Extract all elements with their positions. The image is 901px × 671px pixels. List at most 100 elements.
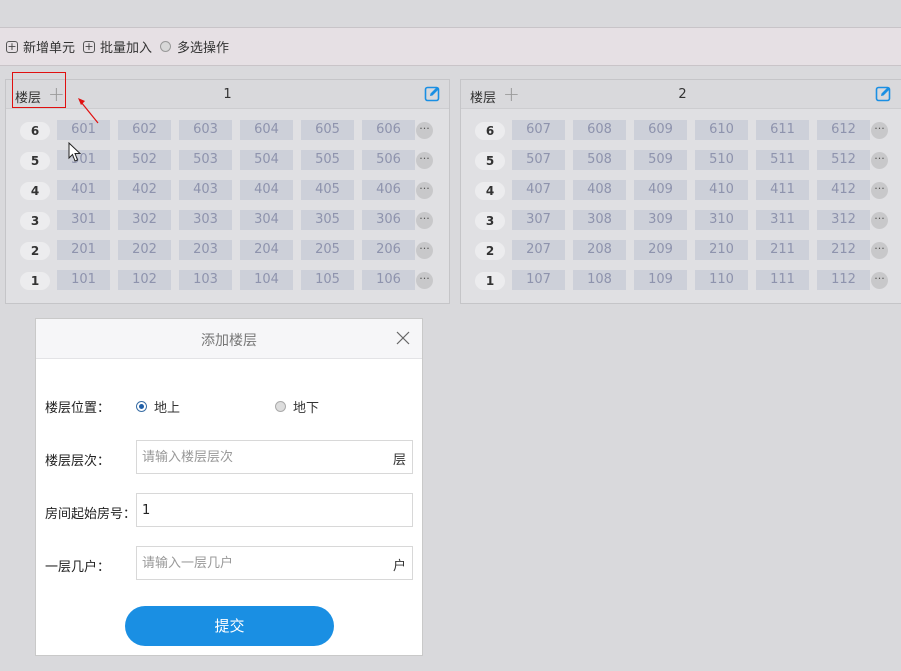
room-cell[interactable]: 405: [301, 180, 354, 200]
room-cell[interactable]: 505: [301, 150, 354, 170]
room-cell[interactable]: 605: [301, 120, 354, 140]
more-options-icon[interactable]: ···: [871, 242, 888, 259]
room-cell[interactable]: 611: [756, 120, 809, 140]
more-options-icon[interactable]: ···: [871, 272, 888, 289]
room-cell[interactable]: 407: [512, 180, 565, 200]
room-cell[interactable]: 503: [179, 150, 232, 170]
room-cell[interactable]: 309: [634, 210, 687, 230]
more-options-icon[interactable]: ···: [416, 242, 433, 259]
radio-above-ground[interactable]: 地上: [136, 397, 180, 416]
batch-add-button[interactable]: + 批量加入: [83, 37, 152, 56]
room-cell[interactable]: 302: [118, 210, 171, 230]
room-cell[interactable]: 502: [118, 150, 171, 170]
room-cell[interactable]: 311: [756, 210, 809, 230]
room-cell[interactable]: 108: [573, 270, 626, 290]
radio-above-label: 地上: [154, 401, 181, 416]
submit-button[interactable]: 提交: [125, 606, 334, 646]
room-cell[interactable]: 208: [573, 240, 626, 260]
unit-title: 1: [223, 87, 232, 102]
floor-row: 2 201 202 203 204 205 206 ···: [6, 240, 449, 262]
more-options-icon[interactable]: ···: [871, 122, 888, 139]
room-cell[interactable]: 504: [240, 150, 293, 170]
room-cell[interactable]: 604: [240, 120, 293, 140]
room-cell[interactable]: 304: [240, 210, 293, 230]
room-cell[interactable]: 301: [57, 210, 110, 230]
more-options-icon[interactable]: ···: [871, 212, 888, 229]
start-room-field: [136, 493, 413, 527]
more-options-icon[interactable]: ···: [416, 182, 433, 199]
room-cell[interactable]: 112: [817, 270, 870, 290]
room-cell[interactable]: 508: [573, 150, 626, 170]
room-cell[interactable]: 109: [634, 270, 687, 290]
room-cell[interactable]: 408: [573, 180, 626, 200]
room-cell[interactable]: 307: [512, 210, 565, 230]
close-icon[interactable]: [396, 331, 410, 345]
more-options-icon[interactable]: ···: [416, 212, 433, 229]
room-cell[interactable]: 602: [118, 120, 171, 140]
room-cell[interactable]: 201: [57, 240, 110, 260]
room-cell[interactable]: 501: [57, 150, 110, 170]
room-cell[interactable]: 406: [362, 180, 415, 200]
room-cell[interactable]: 306: [362, 210, 415, 230]
room-cell[interactable]: 308: [573, 210, 626, 230]
room-cell[interactable]: 412: [817, 180, 870, 200]
room-cell[interactable]: 206: [362, 240, 415, 260]
room-cell[interactable]: 509: [634, 150, 687, 170]
room-cell[interactable]: 104: [240, 270, 293, 290]
room-cell[interactable]: 512: [817, 150, 870, 170]
more-options-icon[interactable]: ···: [416, 122, 433, 139]
room-cell[interactable]: 209: [634, 240, 687, 260]
room-cell[interactable]: 204: [240, 240, 293, 260]
room-cell[interactable]: 409: [634, 180, 687, 200]
room-cell[interactable]: 606: [362, 120, 415, 140]
floor-count-input[interactable]: [140, 441, 384, 473]
room-cell[interactable]: 608: [573, 120, 626, 140]
room-cell[interactable]: 103: [179, 270, 232, 290]
edit-icon[interactable]: [424, 85, 441, 102]
room-cell[interactable]: 610: [695, 120, 748, 140]
add-unit-button[interactable]: + 新增单元: [6, 37, 75, 56]
room-cell[interactable]: 111: [756, 270, 809, 290]
room-cell[interactable]: 107: [512, 270, 565, 290]
room-cell[interactable]: 102: [118, 270, 171, 290]
room-cell[interactable]: 310: [695, 210, 748, 230]
room-cell[interactable]: 603: [179, 120, 232, 140]
room-cell[interactable]: 607: [512, 120, 565, 140]
start-room-input[interactable]: [140, 494, 384, 526]
room-cell[interactable]: 404: [240, 180, 293, 200]
units-per-floor-input[interactable]: [140, 547, 384, 579]
room-cell[interactable]: 403: [179, 180, 232, 200]
room-cell[interactable]: 105: [301, 270, 354, 290]
room-cell[interactable]: 207: [512, 240, 565, 260]
room-cell[interactable]: 507: [512, 150, 565, 170]
room-cell[interactable]: 303: [179, 210, 232, 230]
edit-icon[interactable]: [875, 85, 892, 102]
room-cell[interactable]: 312: [817, 210, 870, 230]
room-cell[interactable]: 101: [57, 270, 110, 290]
room-cell[interactable]: 609: [634, 120, 687, 140]
room-cell[interactable]: 402: [118, 180, 171, 200]
floor-number-badge: 2: [20, 242, 50, 260]
room-cell[interactable]: 411: [756, 180, 809, 200]
room-cell[interactable]: 510: [695, 150, 748, 170]
room-cell[interactable]: 612: [817, 120, 870, 140]
radio-below-ground[interactable]: 地下: [275, 397, 319, 416]
more-options-icon[interactable]: ···: [416, 272, 433, 289]
room-cell[interactable]: 202: [118, 240, 171, 260]
room-cell[interactable]: 305: [301, 210, 354, 230]
room-cell[interactable]: 212: [817, 240, 870, 260]
room-cell[interactable]: 410: [695, 180, 748, 200]
room-cell[interactable]: 210: [695, 240, 748, 260]
more-options-icon[interactable]: ···: [871, 182, 888, 199]
room-cell[interactable]: 203: [179, 240, 232, 260]
room-cell[interactable]: 211: [756, 240, 809, 260]
room-cell[interactable]: 205: [301, 240, 354, 260]
room-cell[interactable]: 506: [362, 150, 415, 170]
multi-select-radio[interactable]: 多选操作: [160, 37, 229, 56]
room-cell[interactable]: 511: [756, 150, 809, 170]
room-cell[interactable]: 110: [695, 270, 748, 290]
room-cell[interactable]: 106: [362, 270, 415, 290]
room-cell[interactable]: 401: [57, 180, 110, 200]
more-options-icon[interactable]: ···: [416, 152, 433, 169]
more-options-icon[interactable]: ···: [871, 152, 888, 169]
